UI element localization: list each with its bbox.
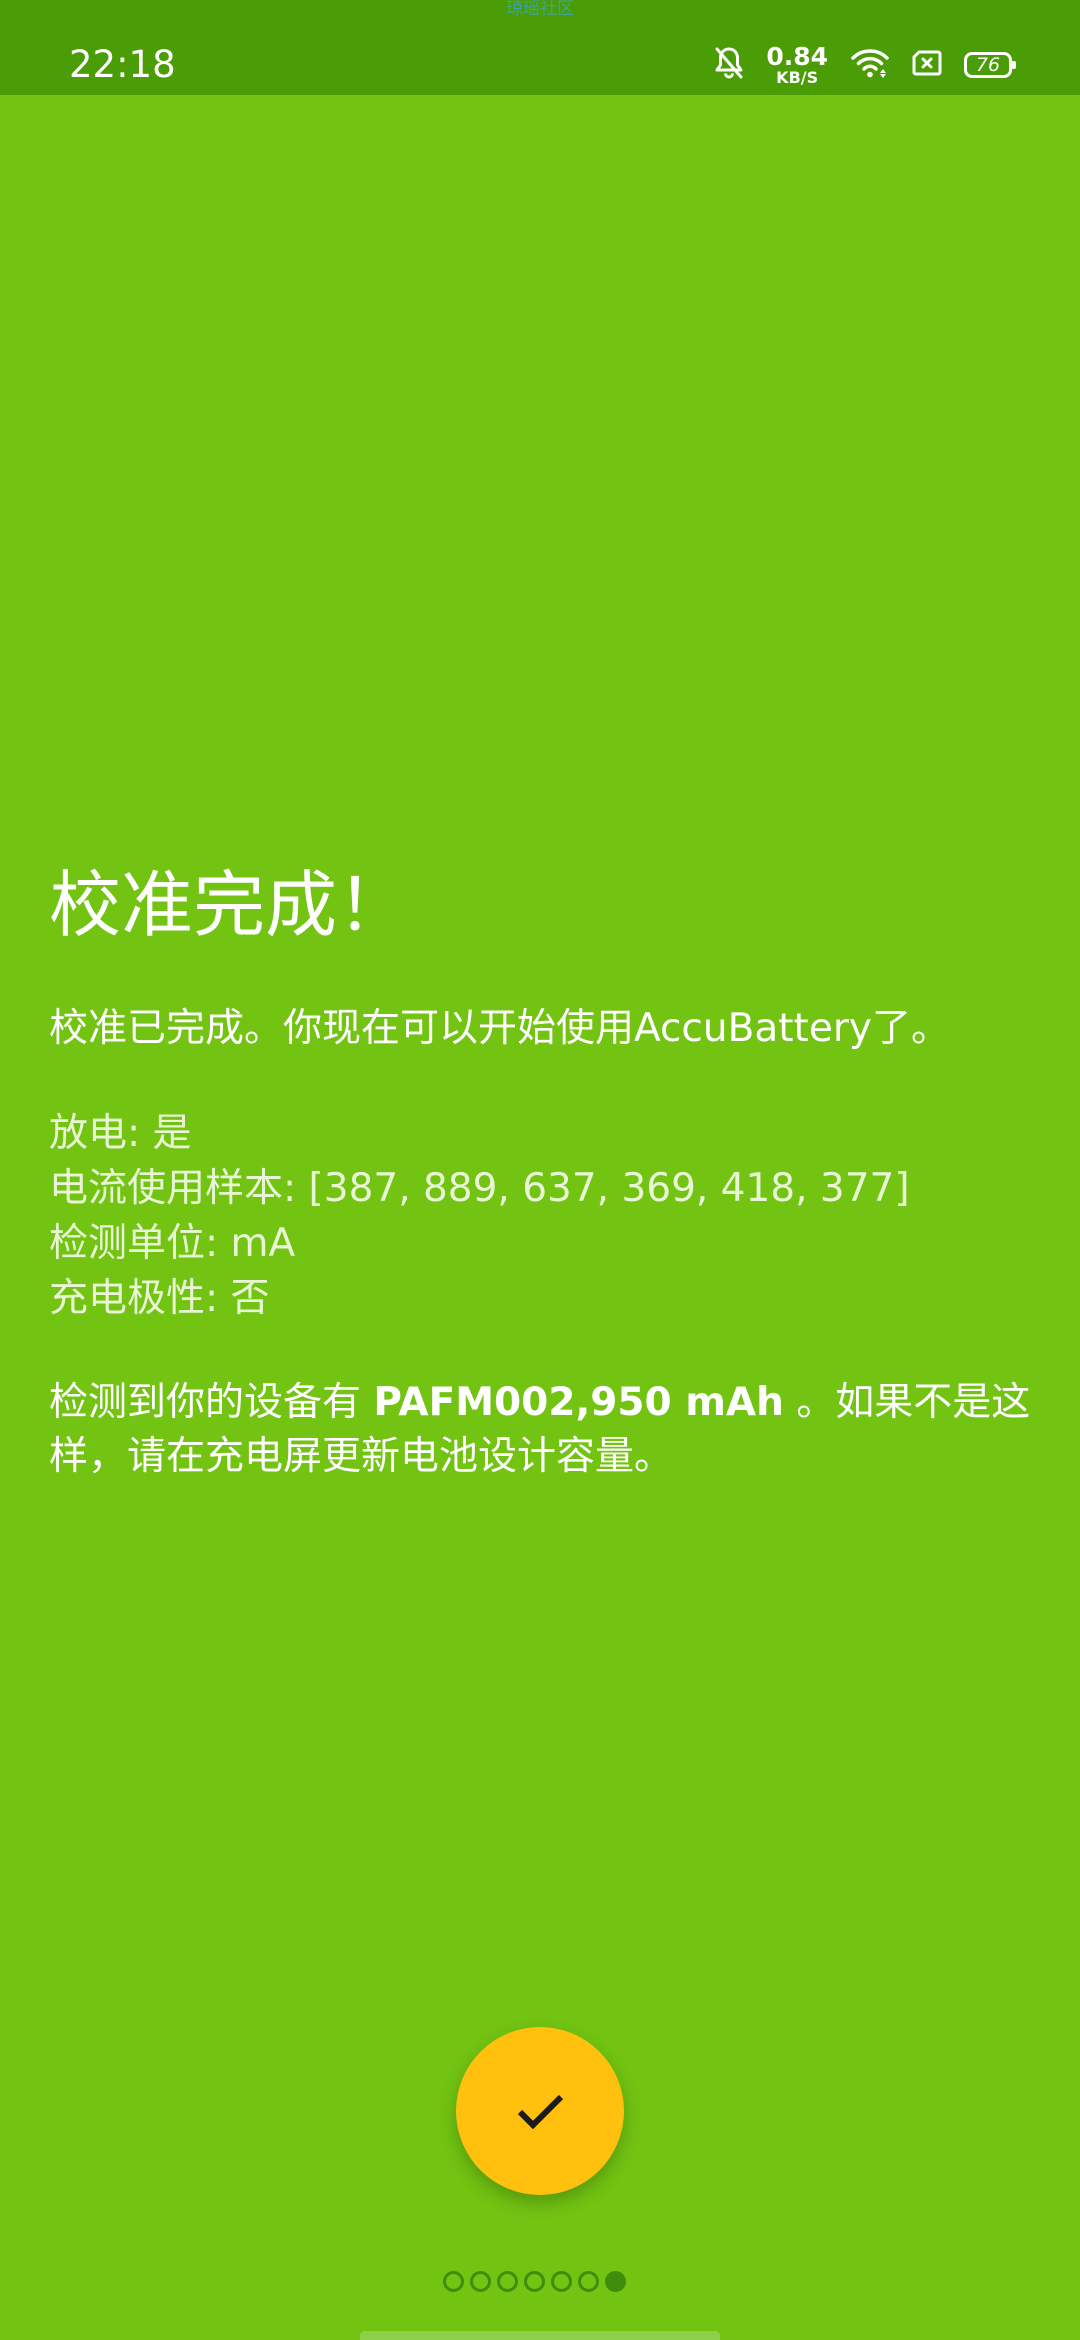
detail-unit: 检测单位: mA xyxy=(49,1221,296,1266)
page-dot xyxy=(497,2271,518,2292)
page-dot xyxy=(578,2271,599,2292)
home-indicator[interactable] xyxy=(360,2331,720,2340)
wifi-icon xyxy=(850,47,890,83)
calibration-content: 校准完成！ 校准已完成。你现在可以开始使用AccuBattery了。 放电: 是… xyxy=(49,860,1039,1484)
page-indicator xyxy=(443,2271,626,2292)
page-dot xyxy=(443,2271,464,2292)
done-button[interactable] xyxy=(456,2027,624,2195)
status-icons: 0.84 KB/S 76 xyxy=(714,42,1016,88)
status-watermark: 琼瑶社区 xyxy=(506,0,574,19)
detail-polarity: 充电极性: 否 xyxy=(49,1276,270,1321)
net-speed-unit: KB/S xyxy=(776,68,819,87)
page-title: 校准完成！ xyxy=(49,863,410,947)
battery-level: 76 xyxy=(975,53,1001,76)
page-dot xyxy=(470,2271,491,2292)
bell-muted-icon xyxy=(714,46,744,84)
battery-icon: 76 xyxy=(964,52,1016,78)
page-dot xyxy=(551,2271,572,2292)
result-capacity: PAFM002,950 mAh xyxy=(373,1380,784,1425)
sim-absent-icon xyxy=(912,50,942,80)
result-prefix: 检测到你的设备有 xyxy=(49,1380,374,1425)
detail-samples: 电流使用样本: [387, 889, 637, 369, 418, 377] xyxy=(49,1166,910,1211)
net-speed-value: 0.84 xyxy=(766,42,828,71)
calibration-details: 放电: 是 电流使用样本: [387, 889, 637, 369, 418, … xyxy=(49,1106,1039,1326)
page-dot-active xyxy=(605,2271,626,2292)
check-icon xyxy=(517,2094,564,2130)
detail-discharge: 放电: 是 xyxy=(49,1111,192,1156)
status-time: 22:18 xyxy=(69,43,176,86)
page-dot xyxy=(524,2271,545,2292)
status-bar: 琼瑶社区 22:18 0.84 KB/S 76 xyxy=(0,0,1080,95)
result-text: 检测到你的设备有 PAFM002,950 mAh 。如果不是这样，请在充电屏更新… xyxy=(49,1376,1039,1484)
net-speed: 0.84 KB/S xyxy=(766,44,828,86)
intro-text: 校准已完成。你现在可以开始使用AccuBattery了。 xyxy=(49,1006,950,1051)
